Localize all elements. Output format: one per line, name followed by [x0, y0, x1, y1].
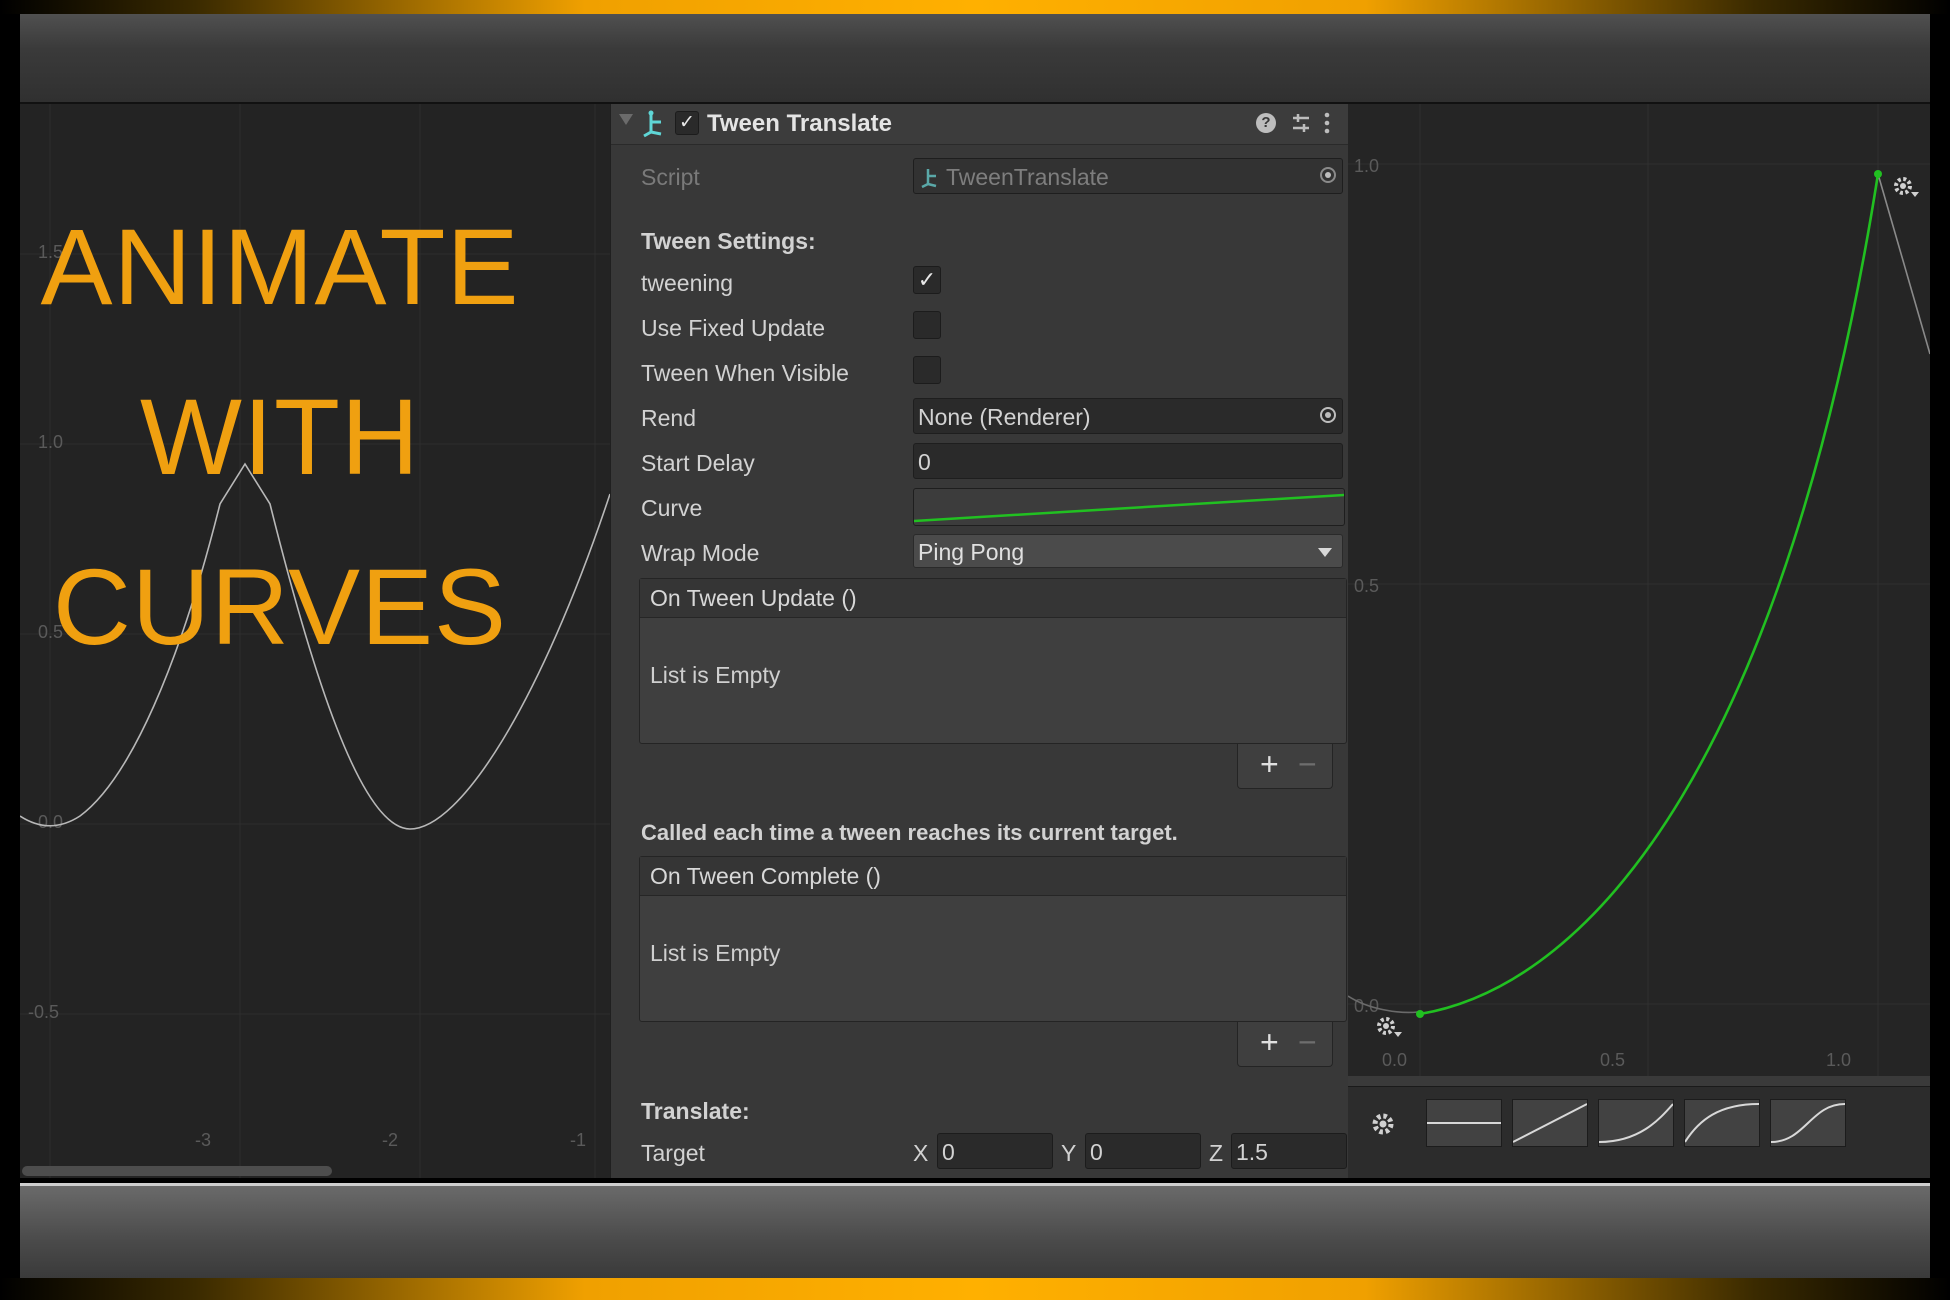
tween-when-visible-label: Tween When Visible: [641, 360, 849, 386]
start-delay-input[interactable]: 0: [913, 443, 1343, 479]
headline-animate: ANIMATE: [40, 206, 520, 327]
target-z-label: Z: [1209, 1140, 1224, 1166]
target-y-label: Y: [1061, 1140, 1077, 1166]
tween-script-icon: [643, 110, 662, 138]
left-curve-graph: 1.5 1.0 0.5 0.0 -0.5 -3 -2 -1 ANIMATE WI…: [20, 104, 610, 1178]
left-x-tick-neg3: -3: [195, 1130, 211, 1150]
target-x-label: X: [913, 1140, 929, 1166]
right-x-tick-1-0: 1.0: [1826, 1050, 1851, 1070]
wrap-mode-dropdown[interactable]: Ping Pong: [913, 534, 1343, 568]
right-curve-editor: 1.0 0.5 0.0 0.0 0.5 1.0: [1348, 104, 1930, 1178]
preset-ease-out[interactable]: [1684, 1099, 1760, 1147]
on-tween-update-add-remove: + −: [1237, 744, 1333, 789]
script-object-picker-icon[interactable]: [1320, 167, 1336, 183]
on-tween-update-event: On Tween Update () List is Empty: [639, 578, 1347, 744]
right-y-tick-0-5: 0.5: [1354, 576, 1379, 596]
top-banner-bar: [20, 14, 1930, 104]
tweening-checkbox[interactable]: ✓: [913, 266, 941, 294]
use-fixed-update-checkbox[interactable]: [913, 311, 941, 339]
curve-preview-svg: [914, 493, 1344, 523]
bottom-glow-border: [0, 1278, 1950, 1300]
foldout-arrow-icon[interactable]: [619, 114, 633, 125]
left-y-tick-0-0: 0.0: [38, 812, 63, 832]
remove-listener-button[interactable]: −: [1298, 1024, 1317, 1061]
on-tween-complete-add-remove: + −: [1237, 1022, 1333, 1067]
left-x-tick-neg2: -2: [382, 1130, 398, 1150]
remove-listener-button[interactable]: −: [1298, 746, 1317, 783]
script-label: Script: [641, 164, 700, 190]
script-field[interactable]: TweenTranslate: [913, 158, 1343, 194]
script-value: TweenTranslate: [946, 164, 1109, 190]
complete-description: Called each time a tween reaches its cur…: [641, 820, 1178, 845]
bottom-banner-bar: [20, 1183, 1930, 1278]
rend-field[interactable]: None (Renderer): [913, 398, 1343, 434]
left-horizontal-scrollbar[interactable]: [22, 1166, 332, 1176]
end-keyframe-settings-icon[interactable]: [1894, 177, 1919, 197]
right-y-tick-0-0: 0.0: [1354, 996, 1379, 1016]
curve-label: Curve: [641, 495, 703, 521]
wrap-mode-label: Wrap Mode: [641, 540, 760, 566]
component-header[interactable]: ✓ Tween Translate ?: [611, 104, 1348, 145]
headline-with: WITH: [140, 376, 420, 497]
right-x-tick-0-5: 0.5: [1600, 1050, 1625, 1070]
preset-constant[interactable]: [1426, 1099, 1502, 1147]
on-tween-update-empty: List is Empty: [650, 662, 781, 688]
target-y-input[interactable]: 0: [1085, 1133, 1201, 1169]
translate-header: Translate:: [641, 1098, 750, 1124]
on-tween-complete-event: On Tween Complete () List is Empty: [639, 856, 1347, 1022]
right-y-tick-1-0: 1.0: [1354, 156, 1379, 176]
start-keyframe-settings-icon[interactable]: [1377, 1017, 1402, 1037]
tween-settings-header: Tween Settings:: [641, 228, 816, 254]
start-delay-label: Start Delay: [641, 450, 755, 476]
wrap-mode-value: Ping Pong: [918, 539, 1025, 565]
on-tween-complete-empty: List is Empty: [650, 940, 781, 966]
rend-label: Rend: [641, 405, 696, 431]
end-keyframe[interactable]: [1874, 170, 1882, 178]
add-listener-button[interactable]: +: [1260, 746, 1279, 783]
curve-presets-row: [1348, 1086, 1930, 1178]
target-label: Target: [641, 1140, 705, 1166]
script-asset-icon: [921, 169, 937, 189]
left-y-tick-neg-0-5: -0.5: [28, 1002, 59, 1022]
preset-ease-in[interactable]: [1598, 1099, 1674, 1147]
headline-curves: CURVES: [52, 546, 508, 667]
rend-object-picker-icon[interactable]: [1320, 407, 1336, 423]
tween-when-visible-checkbox[interactable]: [913, 356, 941, 384]
add-listener-button[interactable]: +: [1260, 1024, 1279, 1061]
animation-curve[interactable]: [1419, 173, 1880, 1016]
kebab-menu-icon[interactable]: [1323, 112, 1331, 136]
use-fixed-update-label: Use Fixed Update: [641, 315, 826, 341]
help-icon[interactable]: ?: [1256, 113, 1276, 133]
component-title: Tween Translate: [707, 110, 892, 137]
post-wrap-curve: [1877, 173, 1930, 355]
on-tween-update-title: On Tween Update (): [640, 579, 1346, 618]
rend-value: None (Renderer): [918, 404, 1091, 430]
presets-icon[interactable]: [1291, 112, 1311, 134]
inspector-panel: ✓ Tween Translate ? Script TweenTranslat…: [610, 104, 1348, 1178]
right-x-tick-0-0: 0.0: [1382, 1050, 1407, 1070]
target-x-input[interactable]: 0: [937, 1133, 1053, 1169]
target-z-input[interactable]: 1.5: [1231, 1133, 1347, 1169]
preset-linear[interactable]: [1512, 1099, 1588, 1147]
right-curve-svg: 1.0 0.5 0.0 0.0 0.5 1.0: [1348, 104, 1930, 1086]
presets-gear-icon[interactable]: [1370, 1111, 1396, 1137]
left-x-tick-neg1: -1: [570, 1130, 586, 1150]
curve-field[interactable]: [913, 488, 1345, 526]
top-glow-border: [0, 0, 1950, 14]
component-enabled-checkbox[interactable]: ✓: [675, 111, 699, 135]
tweening-label: tweening: [641, 270, 734, 296]
right-horizontal-scrollbar[interactable]: [1348, 1076, 1930, 1086]
preset-ease-in-out[interactable]: [1770, 1099, 1846, 1147]
on-tween-complete-title: On Tween Complete (): [640, 857, 1346, 896]
dropdown-caret-icon: [1318, 548, 1332, 557]
start-keyframe[interactable]: [1416, 1010, 1424, 1018]
